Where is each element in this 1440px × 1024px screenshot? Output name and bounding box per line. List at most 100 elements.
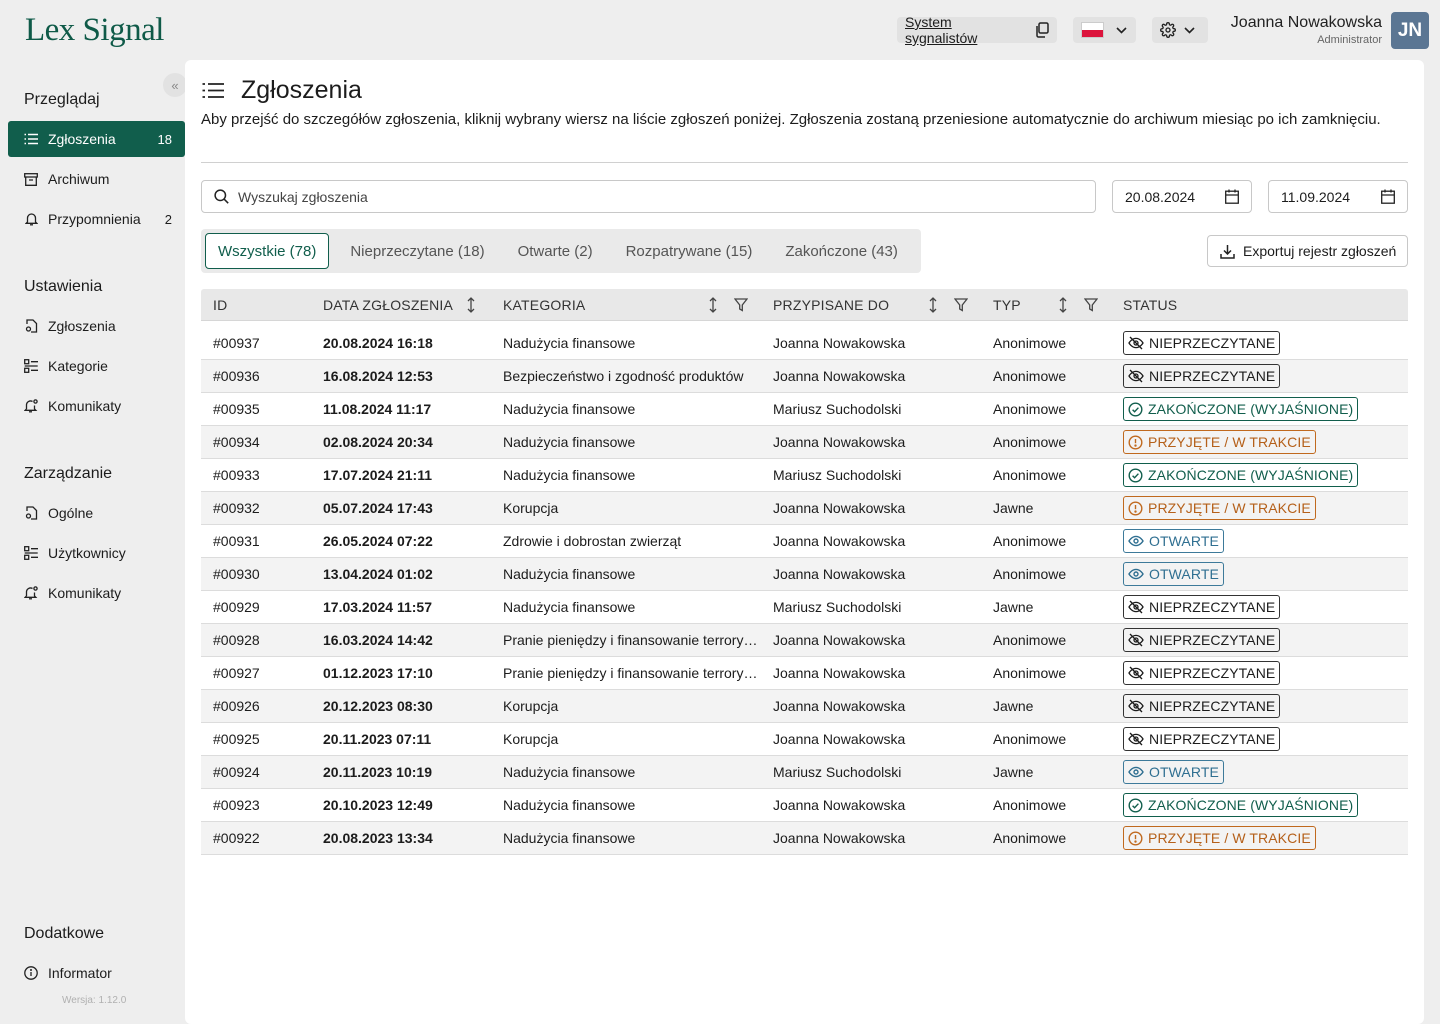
sidebar-item-label: Informator [48,965,112,981]
sidebar-item-users[interactable]: Użytkownicy [8,535,185,571]
cell-status: NIEPRZECZYTANE [1123,327,1403,359]
search-input[interactable] [238,188,1038,205]
filter-icon[interactable] [953,297,969,313]
page-header: Zgłoszenia [202,76,362,105]
tab-open[interactable]: Otwarte (2) [506,233,605,269]
status-badge: NIEPRZECZYTANE [1123,595,1281,619]
sidebar-item-label: Użytkownicy [48,545,126,561]
info-icon [24,966,38,980]
sidebar-item-info[interactable]: Informator [8,955,185,991]
section-title-browse: Przeglądaj [24,91,100,108]
sidebar-item-general[interactable]: Ogólne [8,495,185,531]
sidebar-item-archive[interactable]: Archiwum [8,161,185,197]
sidebar-item-reports[interactable]: Zgłoszenia 18 [8,121,185,157]
column-category[interactable]: KATEGORIA [503,289,585,321]
cell-date: 26.05.2024 07:22 [323,533,433,549]
filter-icon[interactable] [1083,297,1099,313]
table-row[interactable]: #00924 20.11.2023 10:19 Nadużycia finansow… [201,756,1408,789]
eye-off-icon [1128,666,1144,680]
table-row[interactable]: #00936 16.08.2024 12:53 Bezpieczeństwo i z… [201,360,1408,393]
sort-icon[interactable] [925,297,941,313]
divider [201,162,1408,163]
table-row[interactable]: #00922 20.08.2023 13:34 Nadużycia finansow… [201,822,1408,855]
export-register-button[interactable]: Exportuj rejestr zgłoszeń [1207,235,1408,267]
status-badge: NIEPRZECZYTANE [1123,331,1281,355]
tab-in-progress[interactable]: Rozpatrywane (15) [614,233,765,269]
settings-menu-button[interactable] [1152,17,1208,43]
table-row[interactable]: #00935 11.08.2024 11:17 Nadużycia finansow… [201,393,1408,426]
system-link-button[interactable]: System sygnalistów [897,14,1057,46]
cell-id: #00929 [213,599,260,615]
sidebar-item-categories[interactable]: Kategorie [8,348,185,384]
table-row[interactable]: #00934 02.08.2024 20:34 Nadużycia finansow… [201,426,1408,459]
cell-type: Anonimowe [993,368,1067,384]
status-badge: OTWARTE [1123,760,1224,784]
cell-id: #00922 [213,830,260,846]
status-badge: NIEPRZECZYTANE [1123,694,1281,718]
status-label: PRZYJĘTE / W TRAKCIE [1148,434,1311,450]
check-circle-icon [1128,797,1143,813]
table-row[interactable]: #00925 20.11.2023 07:11 Korupcja Joanna Now… [201,723,1408,756]
cell-id: #00925 [213,731,260,747]
alert-circle-icon [1128,434,1143,450]
collapse-sidebar-button[interactable]: « [163,73,187,97]
table-row[interactable]: #00926 20.12.2023 08:30 Korupcja Joanna Now… [201,690,1408,723]
alert-circle-icon [1128,500,1143,516]
table-row[interactable]: #00931 26.05.2024 07:22 Zdrowie i dobrosta… [201,525,1408,558]
table-row[interactable]: #00932 05.07.2024 17:43 Korupcja Joanna Now… [201,492,1408,525]
cell-date: 01.12.2023 17:10 [323,665,433,681]
sort-icon[interactable] [463,297,479,313]
eye-icon [1128,568,1144,580]
sort-icon[interactable] [1055,297,1071,313]
status-badge: NIEPRZECZYTANE [1123,661,1281,685]
sidebar-item-messages[interactable]: Komunikaty [8,575,185,611]
language-select[interactable] [1073,17,1136,43]
user-name: Joanna Nowakowska [1230,14,1382,31]
table-row[interactable]: #00933 17.07.2024 21:11 Nadużycia finansow… [201,459,1408,492]
cell-id: #00927 [213,665,260,681]
filter-icon[interactable] [733,297,749,313]
eye-icon [1128,766,1144,778]
sidebar-item-report-settings[interactable]: Zgłoszenia [8,308,185,344]
table-row[interactable]: #00927 01.12.2023 17:10 Pranie pieniędzy i… [201,657,1408,690]
list-icon [24,132,38,146]
cell-type: Anonimowe [993,665,1067,681]
cell-category: Nadużycia finansowe [503,467,636,483]
tab-all[interactable]: Wszystkie (78) [205,233,330,269]
cell-date: 05.07.2024 17:43 [323,500,433,516]
cell-status: PRZYJĘTE / W TRAKCIE [1123,492,1403,524]
status-badge: PRZYJĘTE / W TRAKCIE [1123,496,1316,520]
column-date[interactable]: DATA ZGŁOSZENIA [323,289,453,321]
users-list-icon [24,546,38,560]
table-body: #00937 20.08.2024 16:18 Nadużycia finansow… [201,327,1408,855]
table-row[interactable]: #00929 17.03.2024 11:57 Nadużycia finansow… [201,591,1408,624]
date-to-field[interactable]: 11.09.2024 [1268,180,1408,213]
cell-date: 20.08.2024 16:18 [323,335,433,351]
table-row[interactable]: #00928 16.03.2024 14:42 Pranie pieniędzy i… [201,624,1408,657]
tab-unread[interactable]: Nieprzeczytane (18) [338,233,496,269]
chevron-down-icon [1116,26,1127,34]
cell-status: OTWARTE [1123,558,1403,590]
eye-off-icon [1128,600,1144,614]
sort-icon[interactable] [705,297,721,313]
sidebar-item-reminders[interactable]: Przypomnienia 2 [8,201,185,237]
column-type[interactable]: TYP [993,289,1021,321]
tab-closed[interactable]: Zakończone (43) [773,233,910,269]
table-row[interactable]: #00930 13.04.2024 01:02 Nadużycia finansow… [201,558,1408,591]
status-label: NIEPRZECZYTANE [1149,335,1276,351]
sidebar-item-label: Kategorie [48,358,108,374]
cell-assigned: Mariusz Suchodolski [773,599,902,615]
table-row[interactable]: #00923 20.10.2023 12:49 Nadużycia finansow… [201,789,1408,822]
document-settings-icon [24,319,38,333]
cell-status: OTWARTE [1123,756,1403,788]
avatar[interactable]: JN [1391,12,1429,49]
column-assigned[interactable]: PRZYPISANE DO [773,289,889,321]
cell-id: #00930 [213,566,260,582]
status-label: OTWARTE [1149,764,1219,780]
date-from-field[interactable]: 20.08.2024 [1112,180,1252,213]
sidebar-item-label: Przypomnienia [48,211,141,227]
status-badge: PRZYJĘTE / W TRAKCIE [1123,430,1316,454]
column-id: ID [213,297,228,313]
sidebar-item-messages-settings[interactable]: Komunikaty [8,388,185,424]
table-row[interactable]: #00937 20.08.2024 16:18 Nadużycia finansow… [201,327,1408,360]
